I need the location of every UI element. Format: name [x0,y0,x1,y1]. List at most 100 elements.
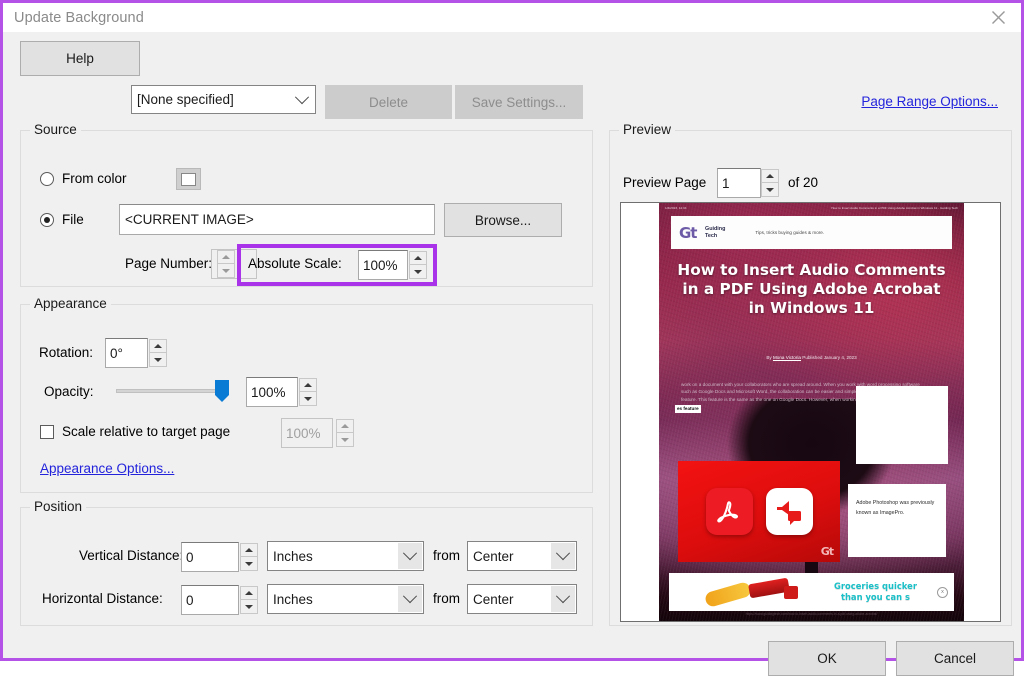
absolute-scale-input[interactable]: 100% [358,250,408,280]
from-color-radio[interactable] [40,172,54,186]
vertical-origin-combo[interactable]: Center [467,541,577,571]
cancel-button[interactable]: Cancel [896,641,1014,676]
ad-headline-line1: Groceries quicker [834,581,917,591]
opacity-slider-thumb[interactable] [215,380,229,402]
help-button[interactable]: Help [20,41,140,76]
scale-relative-checkbox[interactable] [40,425,54,439]
color-swatch-button[interactable] [176,168,201,190]
opacity-spinner[interactable] [299,378,317,406]
browse-button[interactable]: Browse... [444,203,562,237]
file-radio[interactable] [40,213,54,227]
page-number-spinner[interactable] [217,250,235,278]
article-byline: By Mona Victoria Published January 4, 20… [659,355,964,360]
highlight-chip-feature: es feature [675,405,701,413]
scale-relative-spinner[interactable] [336,419,354,447]
preview-group-title: Preview [619,122,675,137]
update-background-dialog: Update Background Saved Settings: [None … [0,0,1024,661]
scale-relative-input[interactable]: 100% [281,418,333,448]
position-group-title: Position [30,499,86,514]
ok-button[interactable]: OK [768,641,886,676]
horizontal-spin-down[interactable] [240,600,258,614]
appearance-group-title: Appearance [30,296,111,311]
ad-headline: Groceries quicker than you can s [814,581,937,603]
site-name-line1: Guiding [705,226,725,232]
preview-page-spinner[interactable] [761,169,779,197]
advertisement-strip: Groceries quicker than you can s x [669,573,954,611]
document-header-title: How to Insert Audio Comments in a PDF Us… [831,206,958,214]
close-icon [991,10,1006,25]
saved-settings-combo[interactable]: [None specified] [131,85,316,114]
delete-button[interactable]: Delete [325,85,452,119]
window-title: Update Background [14,10,144,26]
opacity-label: Opacity: [44,384,94,399]
ad-close-icon[interactable]: x [937,587,948,598]
absolute-scale-spin-up[interactable] [409,251,427,265]
horizontal-unit-value: Inches [268,592,313,607]
horizontal-spin-up[interactable] [240,586,258,600]
rotation-spin-down[interactable] [149,353,167,367]
horizontal-unit-combo[interactable]: Inches [267,584,424,614]
banner-watermark: Gt [821,545,833,558]
horizontal-origin-combo[interactable]: Center [467,584,577,614]
saved-settings-value: [None specified] [132,92,234,107]
document-header-date: 1/4/2023, 12:34 [665,206,687,214]
rotation-spin-up[interactable] [149,339,167,353]
opacity-input[interactable]: 100% [246,377,298,407]
preview-page-input[interactable]: 1 [717,168,761,198]
vertical-distance-input[interactable]: 0 [181,542,239,572]
close-button[interactable] [976,3,1021,32]
save-settings-button[interactable]: Save Settings... [455,85,583,119]
horizontal-distance-spinner[interactable] [240,586,258,614]
ad-bone-shape [704,581,752,608]
source-group-title: Source [30,122,81,137]
absolute-scale-spinner[interactable] [409,251,427,279]
vertical-origin-value: Center [468,549,514,564]
absolute-scale-spin-down[interactable] [409,265,427,279]
scale-relative-spin-up[interactable] [336,419,354,433]
preview-page-spin-down[interactable] [761,183,779,197]
from-color-radio-row[interactable]: From color [40,171,127,186]
vertical-spin-down[interactable] [240,557,258,571]
file-radio-row[interactable]: File [40,212,84,227]
rotation-input[interactable]: 0° [105,338,148,368]
article-hero-banner: Gt [678,461,840,562]
scale-relative-row[interactable]: Scale relative to target page [40,424,230,439]
chevron-down-icon [290,87,314,112]
preview-canvas[interactable]: 1/4/2023, 12:34 How to Insert Audio Comm… [620,202,1001,622]
adobe-acrobat-icon [706,488,753,535]
did-you-know-card: Adobe Photoshop was previously known as … [848,484,946,557]
audio-speaker-icon [766,488,813,535]
sidebar-card-blank [856,386,948,464]
opacity-spin-up[interactable] [299,378,317,392]
scale-relative-label: Scale relative to target page [62,424,230,439]
gt-logo-icon: Gt [679,224,701,242]
document-browser-header: 1/4/2023, 12:34 How to Insert Audio Comm… [663,206,960,214]
horizontal-distance-label: Horizontal Distance: [42,591,163,606]
preview-page-total: of 20 [788,175,818,190]
rotation-spinner[interactable] [149,339,167,367]
site-name: Guiding Tech [705,226,725,239]
opacity-spin-down[interactable] [299,392,317,406]
page-number-spin-down[interactable] [217,264,235,278]
vertical-unit-combo[interactable]: Inches [267,541,424,571]
file-path-input[interactable]: <CURRENT IMAGE> [119,204,435,235]
preview-page-label: Preview Page [623,175,706,190]
vertical-distance-spinner[interactable] [240,543,258,571]
opacity-slider[interactable] [116,380,241,404]
site-tagline: Tips, tricks buying guides & more. [755,230,824,235]
preview-page-spin-up[interactable] [761,169,779,183]
scale-relative-spin-down[interactable] [336,433,354,447]
page-range-options-link[interactable]: Page Range Options... [861,94,998,109]
chevron-down-icon [398,543,422,569]
chevron-down-icon [551,586,575,612]
page-number-spin-up[interactable] [217,250,235,264]
page-number-label: Page Number: [125,256,212,271]
absolute-scale-label: Absolute Scale: [248,256,342,271]
vertical-spin-up[interactable] [240,543,258,557]
color-swatch-inner [181,173,196,186]
appearance-options-link[interactable]: Appearance Options... [40,461,174,476]
horizontal-origin-value: Center [468,592,514,607]
speaker-glyph-icon [774,499,804,525]
horizontal-distance-input[interactable]: 0 [181,585,239,615]
chevron-down-icon [398,586,422,612]
